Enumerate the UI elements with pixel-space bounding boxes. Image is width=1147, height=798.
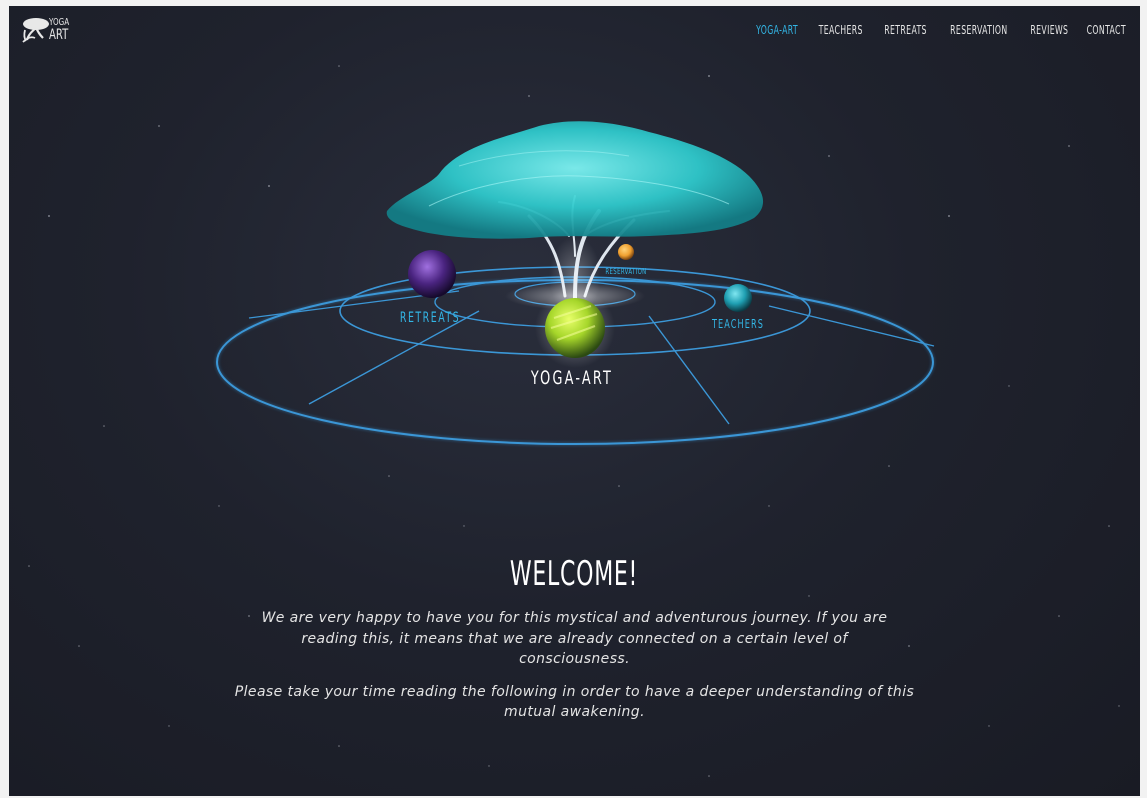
planet-label-retreats[interactable]: RETREATS xyxy=(400,310,460,326)
planet-label-yoga-art[interactable]: YOGA-ART xyxy=(530,366,613,389)
planet-teachers[interactable] xyxy=(724,284,752,312)
page-frame: YOGA ART YOGA-ART TEACHERS RETREATS RESE… xyxy=(9,6,1140,796)
welcome-paragraph-1: We are very happy to have you for this m… xyxy=(261,610,888,667)
tree-canopy xyxy=(386,121,764,239)
welcome-section: WELCOME! We are very happy to have you f… xyxy=(9,554,1140,723)
planet-reservation[interactable] xyxy=(618,244,634,260)
planet-retreats[interactable] xyxy=(408,250,456,298)
hero-illustration: RETREATS RESERVATION TEACHERS YOGA-ART xyxy=(216,121,935,445)
welcome-paragraph-2: Please take your time reading the follow… xyxy=(234,683,915,721)
planet-label-teachers[interactable]: TEACHERS xyxy=(711,318,764,332)
planet-label-reservation[interactable]: RESERVATION xyxy=(605,266,646,276)
welcome-title: WELCOME! xyxy=(510,554,639,594)
